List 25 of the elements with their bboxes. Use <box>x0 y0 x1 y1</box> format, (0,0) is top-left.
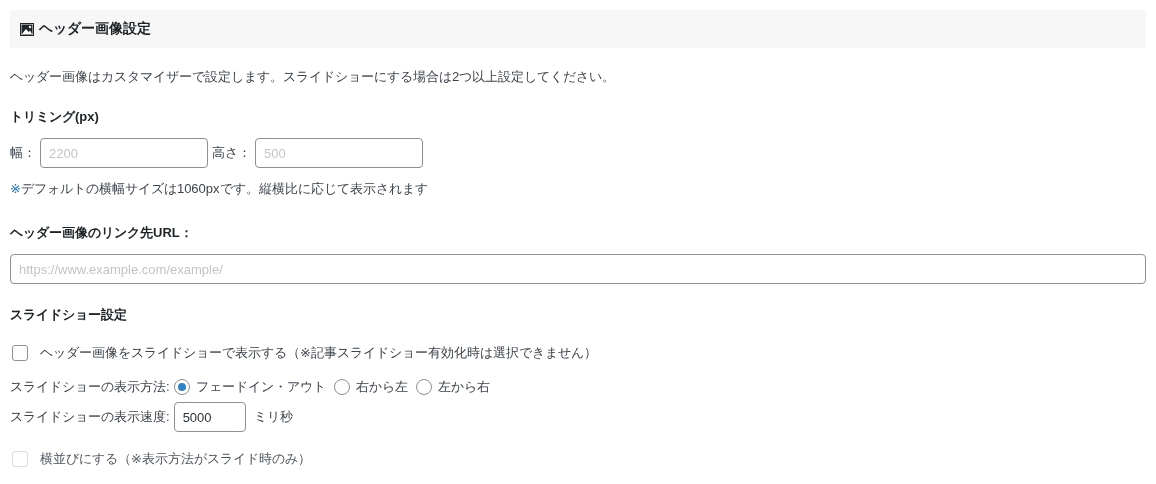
link-url-label: ヘッダー画像のリンク先URL： <box>10 224 194 242</box>
radio-button[interactable] <box>173 379 190 395</box>
method-label: スライドショーの表示方法: <box>10 378 170 396</box>
checkbox-label: 横並びにする（※表示方法がスライド時のみ） <box>40 450 311 468</box>
section-title: ヘッダー画像設定 <box>39 20 151 38</box>
height-label: 高さ： <box>212 144 251 162</box>
width-field[interactable]: 2200 <box>40 138 208 168</box>
radio-button[interactable] <box>333 379 350 395</box>
radio-label: フェードイン・アウト <box>195 378 326 396</box>
speed-label: スライドショーの表示速度: <box>10 408 170 426</box>
radio-label: 左から右 <box>437 378 490 396</box>
width-label: 幅： <box>10 144 36 162</box>
radio-button[interactable] <box>415 379 432 395</box>
trimming-label: トリミング(px) <box>10 108 100 126</box>
radio-label: 右から左 <box>355 378 408 396</box>
slideshow-label: スライドショー設定 <box>10 306 128 324</box>
description: ヘッダー画像はカスタマイザーで設定します。スライドショーにする場合は2つ以上設定してください。 <box>10 68 617 86</box>
checkbox[interactable] <box>12 345 28 361</box>
note-text: ※デフォルトの横幅サイズは1060pxです。縦横比に応じて表示されます <box>10 180 429 198</box>
checkbox-label: ヘッダー画像をスライドショーで表示する（※記事スライドショー有効化時は選択できません） <box>40 344 597 362</box>
speed-unit: ミリ秒 <box>253 408 293 426</box>
url-field[interactable]: https://www.example.com/example/ <box>10 254 1146 284</box>
height-field[interactable]: 500 <box>255 138 423 168</box>
speed-field[interactable]: 5000 <box>173 402 246 432</box>
image-icon <box>20 22 34 36</box>
